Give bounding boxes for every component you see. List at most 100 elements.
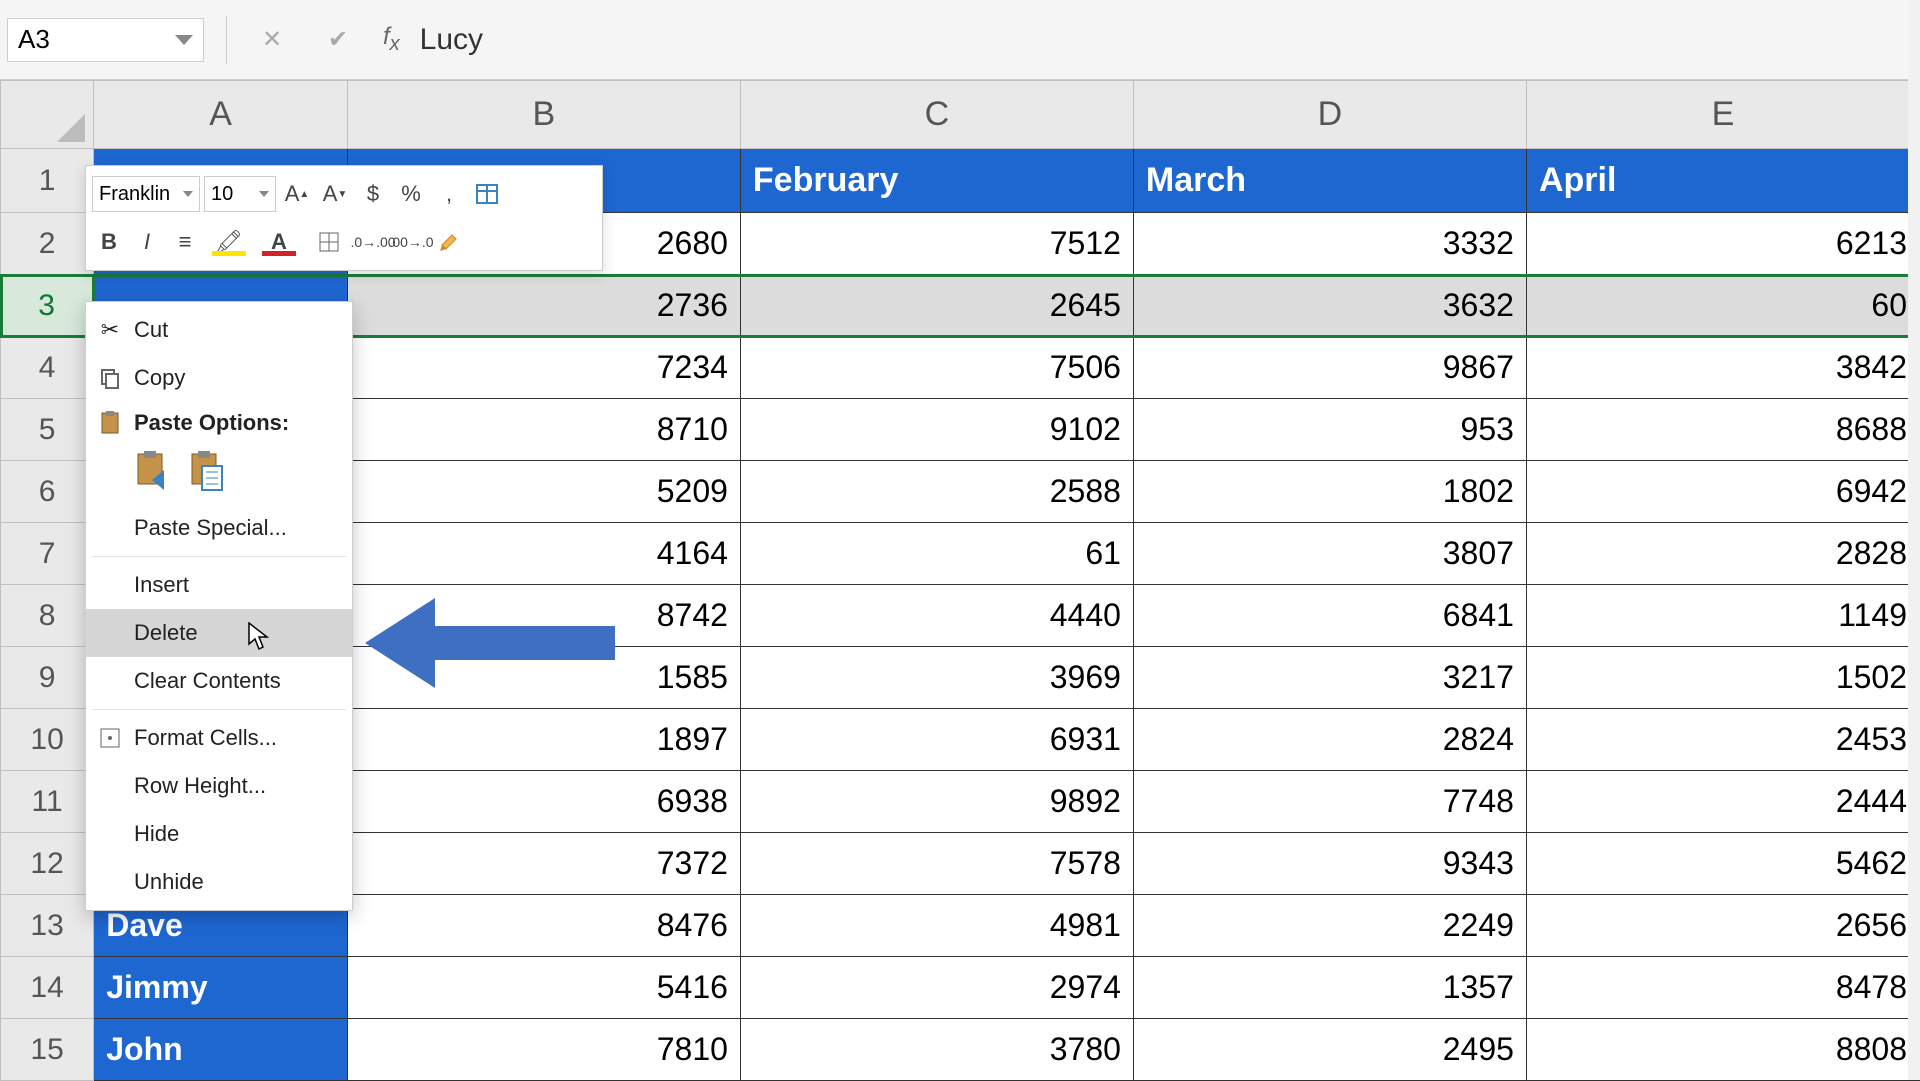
cell[interactable]: 3217 xyxy=(1133,647,1526,709)
cell[interactable]: 61 xyxy=(740,523,1133,585)
cell[interactable]: 6938 xyxy=(347,771,740,833)
comma-format-button[interactable]: , xyxy=(432,176,466,212)
name-box[interactable]: A3 xyxy=(7,18,204,62)
menu-item-insert[interactable]: Insert xyxy=(86,561,352,609)
cell[interactable]: 3842 xyxy=(1526,337,1919,399)
cell[interactable]: 3632 xyxy=(1133,275,1526,337)
cancel-formula-button[interactable]: ✕ xyxy=(257,25,287,55)
currency-format-button[interactable]: $ xyxy=(356,176,390,212)
row-header[interactable]: 8 xyxy=(1,585,94,647)
cell[interactable]: 5416 xyxy=(347,957,740,1019)
cell[interactable]: 2974 xyxy=(740,957,1133,1019)
row-header[interactable]: 14 xyxy=(1,957,94,1019)
increase-font-button[interactable]: A▲ xyxy=(280,176,314,212)
menu-item-paste-special[interactable]: Paste Special... xyxy=(86,504,352,552)
cell[interactable]: 8710 xyxy=(347,399,740,461)
menu-item-row-height[interactable]: Row Height... xyxy=(86,762,352,810)
row-header[interactable]: 7 xyxy=(1,523,94,585)
cell[interactable]: 7234 xyxy=(347,337,740,399)
row-header[interactable]: 10 xyxy=(1,709,94,771)
cell[interactable]: 1357 xyxy=(1133,957,1526,1019)
menu-item-cut[interactable]: ✂ Cut xyxy=(86,306,352,354)
decrease-font-button[interactable]: A▼ xyxy=(318,176,352,212)
cell[interactable]: 1502 xyxy=(1526,647,1919,709)
menu-item-copy[interactable]: Copy xyxy=(86,354,352,402)
cell[interactable]: 60 xyxy=(1526,275,1919,337)
cell[interactable]: 5209 xyxy=(347,461,740,523)
cell[interactable]: 7578 xyxy=(740,833,1133,895)
vertical-scrollbar[interactable] xyxy=(1908,0,1920,1080)
column-header-b[interactable]: B xyxy=(347,81,740,149)
cell[interactable]: 2453 xyxy=(1526,709,1919,771)
cell[interactable]: 7512 xyxy=(740,213,1133,275)
cell[interactable]: 7810 xyxy=(347,1019,740,1081)
column-header-c[interactable]: C xyxy=(740,81,1133,149)
row-header[interactable]: 5 xyxy=(1,399,94,461)
cell[interactable]: 3807 xyxy=(1133,523,1526,585)
borders-button[interactable] xyxy=(306,224,352,260)
cell[interactable]: 9343 xyxy=(1133,833,1526,895)
decrease-decimal-button[interactable]: .00→.0 xyxy=(394,224,428,260)
cell[interactable]: 4981 xyxy=(740,895,1133,957)
column-header-e[interactable]: E xyxy=(1526,81,1919,149)
cell[interactable]: 2495 xyxy=(1133,1019,1526,1081)
font-color-button[interactable]: A xyxy=(256,224,302,260)
cell[interactable]: 2249 xyxy=(1133,895,1526,957)
cell[interactable]: 8476 xyxy=(347,895,740,957)
menu-item-hide[interactable]: Hide xyxy=(86,810,352,858)
cell[interactable]: 6213 xyxy=(1526,213,1919,275)
cell[interactable]: John xyxy=(94,1019,348,1081)
column-header-a[interactable]: A xyxy=(94,81,348,149)
cell[interactable]: 9102 xyxy=(740,399,1133,461)
font-size-select[interactable]: 10 xyxy=(204,176,276,212)
cell[interactable]: 6931 xyxy=(740,709,1133,771)
row-header[interactable]: 12 xyxy=(1,833,94,895)
cell[interactable]: 1802 xyxy=(1133,461,1526,523)
format-painter-button[interactable] xyxy=(432,224,466,260)
cell[interactable]: 2736 xyxy=(347,275,740,337)
accept-formula-button[interactable]: ✔ xyxy=(323,25,353,55)
row-header[interactable]: 2 xyxy=(1,213,94,275)
cell[interactable]: 2656 xyxy=(1526,895,1919,957)
cell[interactable]: 8808 xyxy=(1526,1019,1919,1081)
cell[interactable]: 1897 xyxy=(347,709,740,771)
select-all-corner[interactable] xyxy=(1,81,94,149)
cell[interactable]: 9867 xyxy=(1133,337,1526,399)
increase-decimal-button[interactable]: .0→.00 xyxy=(356,224,390,260)
menu-item-unhide[interactable]: Unhide xyxy=(86,858,352,906)
row-header[interactable]: 1 xyxy=(1,149,94,213)
cell[interactable]: 4164 xyxy=(347,523,740,585)
cell[interactable]: February xyxy=(740,149,1133,213)
cell[interactable]: 8688 xyxy=(1526,399,1919,461)
cell[interactable]: 2444 xyxy=(1526,771,1919,833)
cell[interactable]: 3969 xyxy=(740,647,1133,709)
cell[interactable]: 5462 xyxy=(1526,833,1919,895)
paste-option-default[interactable] xyxy=(134,450,174,494)
row-header[interactable]: 9 xyxy=(1,647,94,709)
cell[interactable]: 2645 xyxy=(740,275,1133,337)
row-header-selected[interactable]: 3 xyxy=(1,275,94,337)
percent-format-button[interactable]: % xyxy=(394,176,428,212)
cell[interactable]: 6942 xyxy=(1526,461,1919,523)
cell[interactable]: 3332 xyxy=(1133,213,1526,275)
cell[interactable]: 2588 xyxy=(740,461,1133,523)
cell[interactable]: April xyxy=(1526,149,1919,213)
column-header-d[interactable]: D xyxy=(1133,81,1526,149)
row-header[interactable]: 6 xyxy=(1,461,94,523)
cell[interactable]: 2828 xyxy=(1526,523,1919,585)
cell[interactable]: 953 xyxy=(1133,399,1526,461)
menu-item-format-cells[interactable]: Format Cells... xyxy=(86,714,352,762)
row-header[interactable]: 13 xyxy=(1,895,94,957)
cell[interactable]: 8478 xyxy=(1526,957,1919,1019)
row-header[interactable]: 11 xyxy=(1,771,94,833)
table-format-button[interactable] xyxy=(470,176,504,212)
cell[interactable]: 3780 xyxy=(740,1019,1133,1081)
chevron-down-icon[interactable] xyxy=(175,35,193,45)
cell[interactable]: 7372 xyxy=(347,833,740,895)
formula-input[interactable]: Lucy xyxy=(420,23,483,57)
cell[interactable]: 7506 xyxy=(740,337,1133,399)
cell[interactable]: 4440 xyxy=(740,585,1133,647)
cell[interactable]: March xyxy=(1133,149,1526,213)
font-family-select[interactable]: Franklin xyxy=(92,176,200,212)
menu-item-delete[interactable]: Delete xyxy=(86,609,352,657)
